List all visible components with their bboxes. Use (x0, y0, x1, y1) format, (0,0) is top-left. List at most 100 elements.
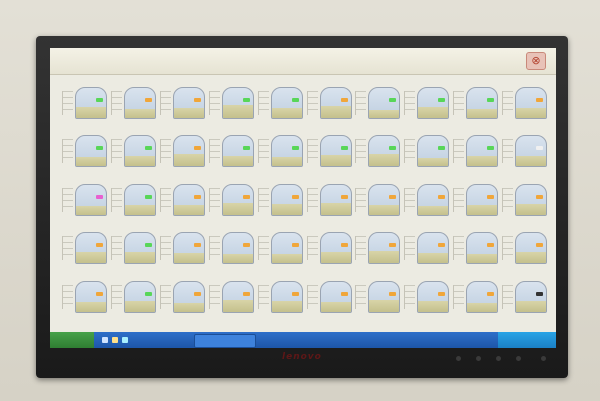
tank-widget[interactable] (502, 179, 548, 225)
tank-widget[interactable] (257, 179, 304, 225)
tank-widget[interactable] (306, 130, 353, 176)
level-scale (404, 236, 416, 261)
status-indicator (438, 291, 446, 296)
tank-fill (76, 156, 106, 167)
tank-widget[interactable] (355, 82, 401, 128)
monitor-button[interactable] (476, 356, 481, 361)
tank-widget[interactable] (306, 227, 353, 273)
tank-fill (271, 300, 302, 312)
monitor-button[interactable] (456, 356, 461, 361)
status-indicator (96, 98, 103, 102)
tank-widget[interactable] (453, 130, 499, 176)
tank-widget[interactable] (208, 227, 255, 273)
tank-widget[interactable] (404, 227, 450, 273)
tank-fill (467, 205, 498, 215)
tank-icon (123, 135, 156, 168)
tank-widget[interactable] (453, 227, 499, 273)
status-indicator (536, 98, 544, 102)
tank-fill (516, 204, 547, 215)
tank-widget[interactable] (62, 82, 108, 128)
quick-launch-icon[interactable] (102, 337, 108, 343)
tank-icon (270, 87, 303, 119)
tank-widget[interactable] (208, 276, 255, 322)
tank-widget[interactable] (404, 82, 450, 128)
tank-widget[interactable] (502, 130, 548, 176)
tank-icon (75, 183, 107, 216)
tank-icon (123, 183, 156, 216)
tank-widget[interactable] (453, 276, 499, 322)
tank-widget[interactable] (159, 276, 206, 322)
tank-fill (418, 301, 449, 312)
tank-widget[interactable] (257, 276, 304, 322)
tank-widget[interactable] (110, 276, 157, 322)
tank-fill (320, 106, 351, 118)
tank-widget[interactable] (257, 82, 304, 128)
tank-widget[interactable] (110, 130, 157, 176)
tank-widget[interactable] (208, 82, 255, 128)
tank-widget[interactable] (110, 179, 157, 225)
status-indicator (96, 291, 103, 296)
tank-widget[interactable] (355, 179, 401, 225)
tank-icon (123, 280, 156, 313)
tank-widget[interactable] (502, 276, 548, 322)
monitor-button[interactable] (516, 356, 521, 361)
status-indicator (340, 291, 348, 296)
status-indicator (536, 194, 544, 199)
tank-widget[interactable] (355, 276, 401, 322)
quick-launch-icon[interactable] (122, 337, 128, 343)
tank-widget[interactable] (62, 227, 108, 273)
tank-widget[interactable] (110, 227, 157, 273)
tank-icon (417, 87, 450, 119)
status-indicator (536, 291, 544, 296)
tank-fill (173, 107, 204, 118)
tank-fill (222, 254, 253, 264)
level-scale (159, 284, 171, 309)
app-header: ⊗ (50, 48, 556, 75)
status-indicator (144, 291, 152, 296)
monitor-button[interactable] (496, 356, 501, 361)
tank-widget[interactable] (502, 82, 548, 128)
level-scale (62, 284, 73, 309)
tank-widget[interactable] (62, 179, 108, 225)
tank-widget[interactable] (159, 130, 206, 176)
tank-widget[interactable] (306, 179, 353, 225)
level-scale (306, 139, 318, 164)
status-indicator (96, 146, 103, 151)
tank-widget[interactable] (404, 179, 450, 225)
close-button[interactable]: ⊗ (526, 52, 546, 70)
tank-widget[interactable] (257, 130, 304, 176)
tank-widget[interactable] (502, 227, 548, 273)
level-scale (110, 91, 122, 115)
tank-widget[interactable] (306, 82, 353, 128)
tank-widget[interactable] (159, 82, 206, 128)
tank-fill (320, 155, 351, 167)
tank-widget[interactable] (306, 276, 353, 322)
tank-widget[interactable] (257, 227, 304, 273)
tank-widget[interactable] (355, 130, 401, 176)
start-button[interactable] (50, 332, 94, 348)
level-scale (208, 91, 220, 115)
tank-fill (124, 301, 155, 312)
tank-icon (172, 280, 205, 313)
tank-fill (516, 107, 547, 118)
tank-widget[interactable] (453, 82, 499, 128)
tank-widget[interactable] (62, 130, 108, 176)
tank-icon (466, 87, 499, 119)
status-indicator (144, 243, 152, 248)
tank-widget[interactable] (159, 179, 206, 225)
tank-widget[interactable] (208, 130, 255, 176)
level-scale (62, 236, 73, 261)
power-button[interactable] (541, 356, 546, 361)
taskbar-app-button[interactable] (194, 334, 256, 348)
tank-widget[interactable] (404, 276, 450, 322)
tank-widget[interactable] (110, 82, 157, 128)
tank-widget[interactable] (404, 130, 450, 176)
tank-widget[interactable] (453, 179, 499, 225)
level-scale (502, 236, 514, 261)
tank-widget[interactable] (62, 276, 108, 322)
tank-widget[interactable] (208, 179, 255, 225)
tank-fill (222, 203, 253, 215)
tank-widget[interactable] (355, 227, 401, 273)
quick-launch-icon[interactable] (112, 337, 118, 343)
tank-widget[interactable] (159, 227, 206, 273)
